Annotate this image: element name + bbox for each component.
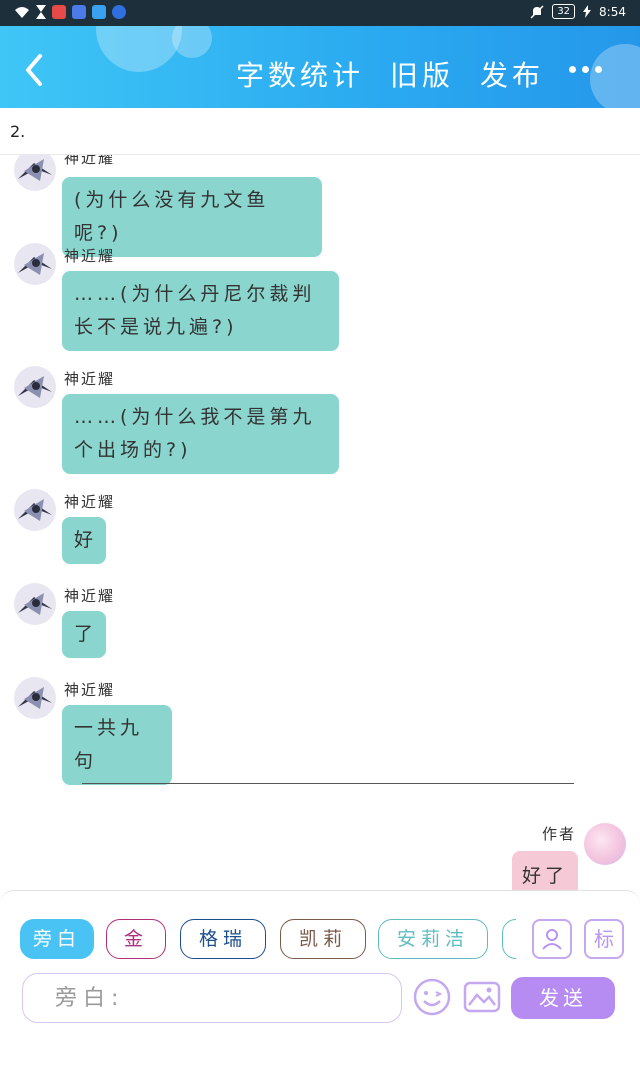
avatar[interactable]	[14, 155, 56, 191]
header-actions: 字数统计 旧版 发布	[236, 54, 544, 94]
message-text: 一共九句	[74, 717, 144, 772]
message-text-line: ……(为什么丹尼尔裁判	[74, 283, 316, 305]
avatar[interactable]	[14, 677, 56, 719]
message-text-line: 个出场的?)	[74, 439, 192, 461]
bulb-icon	[112, 5, 126, 19]
person-card-icon	[542, 929, 562, 950]
app-icon-red	[52, 5, 66, 19]
tag-button[interactable]: 标	[584, 919, 624, 959]
avatar[interactable]	[14, 489, 56, 531]
author-name: 作者	[541, 825, 576, 843]
status-bar: 32 8:54	[0, 0, 640, 26]
app-header: 字数统计 旧版 发布	[0, 26, 640, 108]
chapter-bar: 2.	[0, 108, 640, 155]
status-left-icons	[14, 5, 126, 19]
sender-name: 神近耀	[64, 247, 116, 265]
back-button[interactable]	[18, 48, 54, 88]
status-right: 32 8:54	[530, 4, 626, 19]
wifi-icon	[15, 7, 29, 18]
image-button[interactable]	[462, 977, 502, 1017]
decor-bubble	[96, 26, 182, 72]
chat-area[interactable]: 神近耀 (为什么没有九文鱼呢?) 神近耀 ……(为什么丹尼尔裁判 长不是说九遍?…	[0, 155, 640, 890]
chapter-label[interactable]: 2.	[10, 122, 25, 141]
sender-name: 神近耀	[64, 370, 116, 388]
charging-icon	[583, 5, 592, 18]
message-bubble[interactable]: 了	[62, 611, 106, 658]
author-message-bubble[interactable]: 好了	[512, 851, 578, 890]
message-text: 了	[74, 623, 98, 645]
more-dots-icon[interactable]	[569, 66, 602, 73]
sender-name: 神近耀	[64, 681, 116, 699]
message-text: 好	[74, 529, 98, 551]
input-panel: 旁白 金 格瑞 凯莉 安莉洁 标 发送	[0, 890, 640, 1067]
send-button[interactable]: 发送	[511, 977, 615, 1019]
chevron-left-icon	[26, 54, 42, 86]
decor-bubble	[172, 26, 212, 58]
word-count-button[interactable]: 字数统计	[236, 54, 364, 94]
author-message-text: 好了	[521, 865, 568, 887]
sender-name: 神近耀	[64, 587, 116, 605]
mute-icon	[530, 4, 544, 19]
emoji-button[interactable]	[412, 977, 452, 1017]
app-icon-blue	[72, 5, 86, 19]
message-input[interactable]	[53, 974, 387, 1022]
image-icon	[463, 981, 501, 1013]
message-bubble[interactable]: 一共九句	[62, 705, 172, 785]
sender-name: 神近耀	[64, 155, 116, 167]
chip-more[interactable]	[502, 919, 516, 959]
chip-anlijie[interactable]: 安莉洁	[378, 919, 488, 959]
message-text-line: 长不是说九遍?)	[74, 316, 238, 338]
avatar[interactable]	[14, 366, 56, 408]
cloud-icon	[92, 5, 106, 19]
clock: 8:54	[599, 4, 626, 19]
hourglass-icon	[36, 5, 46, 19]
message-text-line: ……(为什么我不是第九	[74, 406, 316, 428]
character-chips[interactable]: 旁白 金 格瑞 凯莉 安莉洁	[20, 919, 516, 961]
decor-bubble	[590, 44, 640, 108]
avatar[interactable]	[14, 243, 56, 285]
message-input-box	[22, 973, 402, 1023]
message-bubble[interactable]: ……(为什么丹尼尔裁判 长不是说九遍?)	[62, 271, 339, 351]
chip-gerui[interactable]: 格瑞	[180, 919, 266, 959]
character-settings-button[interactable]	[532, 919, 572, 959]
message-text: (为什么没有九文鱼呢?)	[74, 189, 270, 244]
chip-jin[interactable]: 金	[106, 919, 166, 959]
author-avatar[interactable]	[584, 823, 626, 865]
message-bubble[interactable]: ……(为什么我不是第九 个出场的?)	[62, 394, 339, 474]
battery-indicator: 32	[552, 4, 576, 19]
chip-kaili[interactable]: 凯莉	[280, 919, 366, 959]
avatar[interactable]	[14, 583, 56, 625]
divider-line	[82, 783, 574, 784]
chip-narrator[interactable]: 旁白	[20, 919, 94, 959]
publish-button[interactable]: 发布	[480, 54, 544, 94]
message-bubble[interactable]: 好	[62, 517, 106, 564]
emoji-icon	[413, 978, 451, 1016]
sender-name: 神近耀	[64, 493, 116, 511]
old-version-button[interactable]: 旧版	[390, 54, 454, 94]
